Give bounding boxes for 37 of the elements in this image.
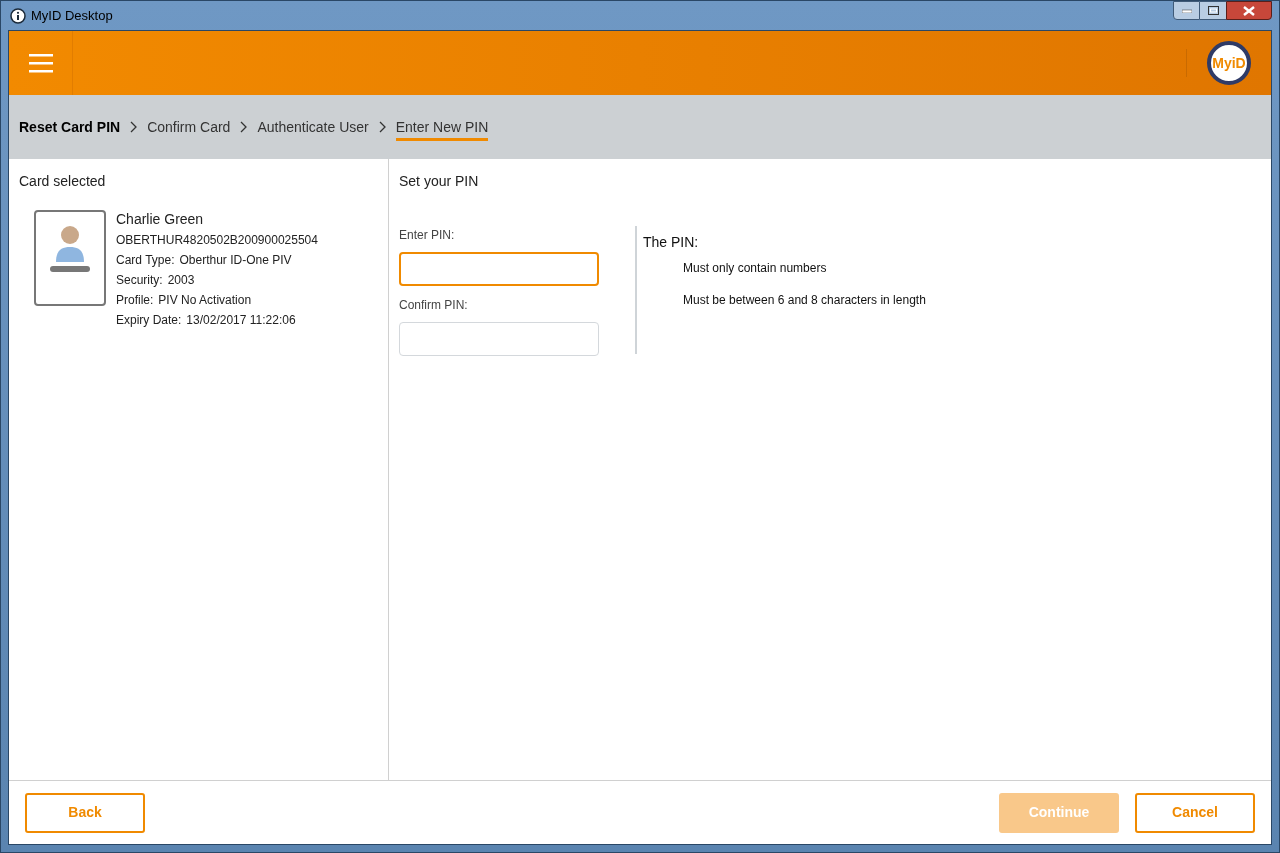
chevron-icon xyxy=(378,121,386,133)
detail-label: Security: xyxy=(116,272,163,288)
panel-heading: Set your PIN xyxy=(399,172,480,191)
window-title: MyID Desktop xyxy=(31,6,113,25)
breadcrumb-step[interactable]: Confirm Card xyxy=(147,116,231,138)
detail-value: 13/02/2017 11:22:06 xyxy=(186,312,296,328)
minimize-button[interactable] xyxy=(1173,1,1200,20)
detail-value: Oberthur ID-One PIV xyxy=(179,252,292,268)
rules-heading: The PIN: xyxy=(643,233,700,252)
detail-label: Expiry Date: xyxy=(116,312,182,328)
detail-label: Card Type: xyxy=(116,252,175,268)
logo-badge: MyiD xyxy=(1207,41,1251,85)
menu-icon xyxy=(28,53,53,73)
rule-text: Must be between 6 and 8 characters in length xyxy=(683,292,926,309)
cardholder-name: Charlie Green xyxy=(116,210,205,228)
detail-label: Profile: xyxy=(116,292,154,308)
minimize-icon xyxy=(1181,8,1192,13)
detail-value: 2003 xyxy=(167,272,195,288)
close-button[interactable] xyxy=(1226,1,1272,20)
pin-input-field[interactable] xyxy=(399,322,599,356)
breadcrumb-step[interactable]: Authenticate User xyxy=(257,116,369,138)
field-label: Enter PIN: xyxy=(399,227,456,244)
chevron-icon xyxy=(130,121,138,133)
maximize-button[interactable] xyxy=(1200,1,1226,20)
detail-value: PIV No Activation xyxy=(158,292,252,308)
card-serial: OBERTHUR4820502B200900025504 xyxy=(116,232,318,248)
card-stripe xyxy=(50,266,90,272)
info-icon xyxy=(10,7,26,24)
pin-input-field[interactable] xyxy=(399,252,599,286)
breadcrumb-title: Reset Card PIN xyxy=(19,117,121,137)
maximize-icon xyxy=(1207,6,1219,15)
field-label: Confirm PIN: xyxy=(399,297,469,314)
rule-text: Must only contain numbers xyxy=(683,260,828,277)
chevron-icon xyxy=(240,121,248,133)
close-icon xyxy=(1243,5,1255,16)
breadcrumb-step[interactable]: Enter New PIN xyxy=(395,113,489,141)
panel-heading: Card selected xyxy=(19,172,107,191)
